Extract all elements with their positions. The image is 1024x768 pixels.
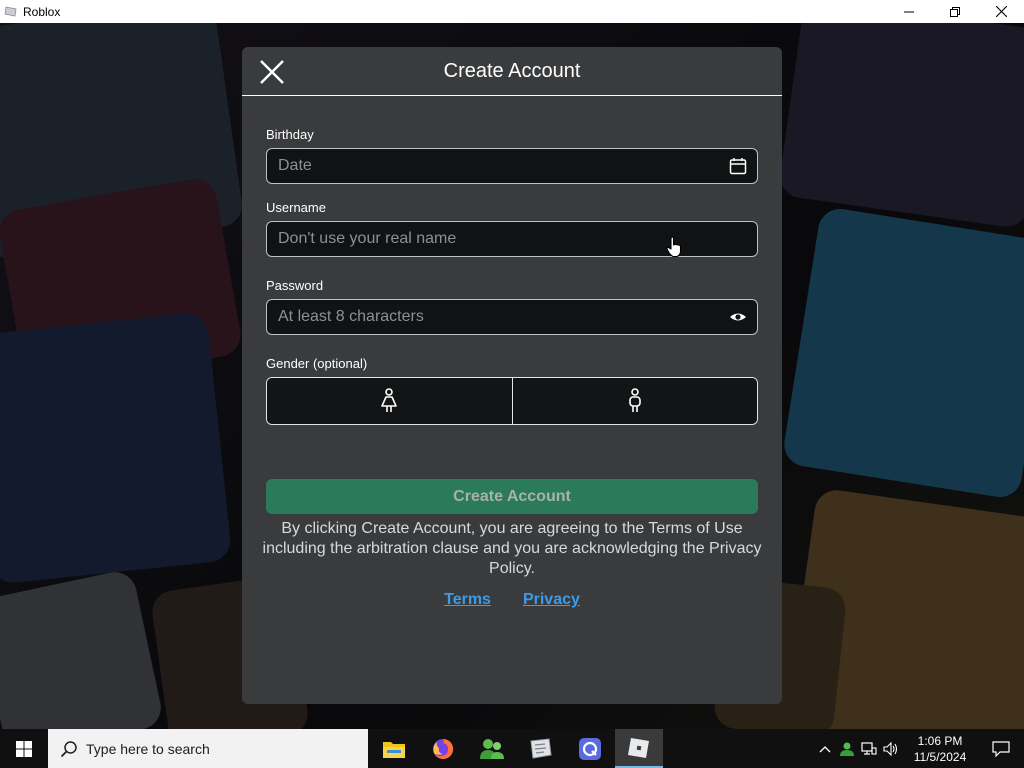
dialog-title: Create Account <box>443 60 581 82</box>
speaker-icon <box>883 741 898 756</box>
roblox-app-icon <box>4 6 17 17</box>
female-icon <box>381 388 398 412</box>
username-field[interactable] <box>266 221 758 257</box>
restore-icon <box>950 6 960 17</box>
taskbar-roblox-studio[interactable] <box>517 729 565 768</box>
dialog-header: Create Account <box>242 47 782 96</box>
taskbar-file-explorer[interactable] <box>370 729 418 768</box>
network-button[interactable] <box>858 729 880 768</box>
clock-time: 1:06 PM <box>917 733 963 748</box>
birthday-input[interactable] <box>278 149 708 183</box>
people-tray-icon <box>840 742 854 756</box>
search-icon <box>60 740 77 757</box>
create-account-button[interactable]: Create Account <box>266 479 758 514</box>
gender-male-button[interactable] <box>511 378 757 424</box>
system-tray: 1:06 PM 11/5/2024 <box>814 729 1024 768</box>
network-icon <box>861 741 877 755</box>
gender-female-button[interactable] <box>267 378 512 424</box>
search-placeholder: Type here to search <box>86 740 210 757</box>
taskbar-clock[interactable]: 1:06 PM 11/5/2024 <box>902 733 978 765</box>
app-icon <box>579 737 601 760</box>
taskbar-firefox[interactable] <box>419 729 467 768</box>
legal-links: Terms Privacy <box>242 591 782 609</box>
username-input[interactable] <box>278 222 708 256</box>
male-icon <box>628 388 641 412</box>
window-title: Roblox <box>23 4 61 19</box>
show-hidden-icons-button[interactable] <box>814 729 836 768</box>
close-icon <box>995 6 1007 17</box>
clock-date: 11/5/2024 <box>913 749 967 764</box>
minimize-icon <box>904 11 914 12</box>
window-titlebar: Roblox <box>0 0 1024 23</box>
password-label: Password <box>266 278 324 293</box>
taskbar-roblox[interactable] <box>615 729 663 768</box>
privacy-link[interactable]: Privacy <box>523 591 580 609</box>
birthday-field[interactable] <box>266 148 758 184</box>
hand-cursor-icon <box>666 236 682 258</box>
file-explorer-icon <box>383 741 405 758</box>
username-label: Username <box>266 200 326 215</box>
terms-link[interactable]: Terms <box>444 591 491 609</box>
calendar-icon[interactable] <box>729 157 747 175</box>
start-button[interactable] <box>0 729 48 768</box>
taskbar-blue-app[interactable] <box>566 729 614 768</box>
birthday-label: Birthday <box>266 127 314 142</box>
password-input[interactable] <box>278 300 708 334</box>
legal-text: By clicking Create Account, you are agre… <box>262 520 762 577</box>
people-app-icon <box>480 738 504 759</box>
password-field[interactable] <box>266 299 758 335</box>
roblox-studio-icon <box>530 737 552 759</box>
minimize-button[interactable] <box>886 0 932 23</box>
firefox-icon <box>433 738 454 759</box>
action-center-button[interactable] <box>978 729 1024 768</box>
close-window-button[interactable] <box>978 0 1024 23</box>
windows-taskbar: Type here to search 1:06 PM 11/5/2024 <box>0 729 1024 768</box>
taskbar-search-box[interactable]: Type here to search <box>48 729 368 768</box>
volume-button[interactable] <box>880 729 902 768</box>
restore-button[interactable] <box>932 0 978 23</box>
taskbar-people-app[interactable] <box>468 729 516 768</box>
tray-people-button[interactable] <box>836 729 858 768</box>
show-password-eye-icon[interactable] <box>729 308 747 326</box>
notification-icon <box>992 740 1010 757</box>
windows-logo-icon <box>16 740 32 757</box>
gender-selector <box>266 377 758 425</box>
chevron-up-icon <box>819 745 831 752</box>
roblox-icon <box>628 737 649 758</box>
gender-label: Gender (optional) <box>266 356 368 371</box>
create-account-dialog: Create Account Birthday Username Passwor… <box>242 47 782 704</box>
